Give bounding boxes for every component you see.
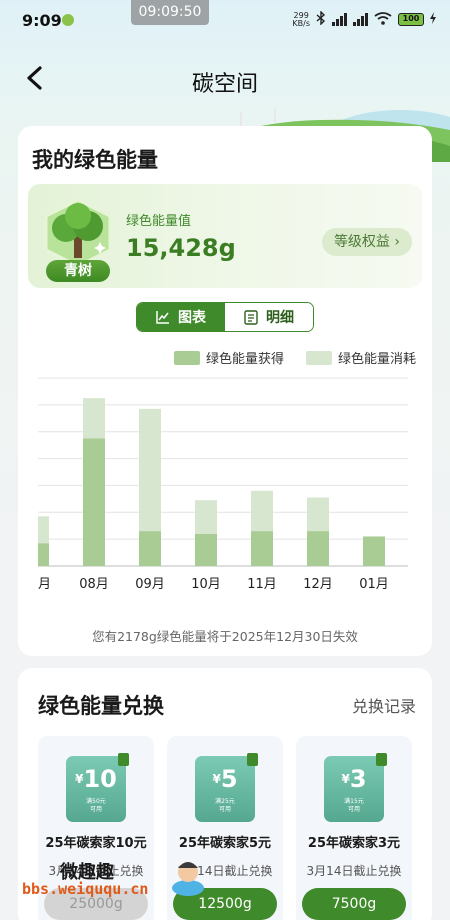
legend-swatch-gain — [173, 350, 200, 365]
signal-2-icon — [353, 13, 368, 26]
voucher-condition-line1: 满50元 — [86, 798, 106, 805]
net-speed-unit: KB/s — [292, 18, 310, 28]
amount-value: 3 — [349, 765, 367, 793]
status-clock-pill: 09:09:50 — [131, 0, 209, 25]
app-notification-icon — [62, 14, 74, 26]
bar-gain — [363, 536, 385, 566]
voucher-amount: ¥5 — [195, 764, 255, 794]
energy-card: 我的绿色能量 青树 绿色能量值 15,428g 等级权益 › 图表 明细 绿色能… — [18, 126, 432, 656]
x-tick-label: 11月 — [247, 577, 277, 592]
bar-gain — [195, 533, 217, 566]
redeem-button[interactable]: 7500g — [302, 888, 406, 920]
bar-spend — [195, 500, 217, 534]
status-time: 9:09 — [22, 11, 62, 30]
legend-item-gain: 绿色能量获得 — [173, 348, 284, 367]
legend-label-spend: 绿色能量消耗 — [337, 352, 416, 367]
list-icon — [244, 309, 258, 325]
currency-symbol: ¥ — [341, 772, 350, 786]
amount-value: 10 — [83, 765, 117, 793]
voucher-condition-line2: 可用 — [347, 806, 360, 813]
bar-spend — [38, 516, 49, 544]
amount-value: 5 — [220, 765, 238, 793]
bar-gain — [83, 438, 105, 566]
watermark-url: bbs.weiququ.cn — [22, 880, 149, 898]
voucher-ticket: ¥10 满50元 可用 — [66, 753, 129, 822]
voucher-name: 25年碳索家10元 — [45, 836, 147, 851]
voucher-card[interactable]: ¥3 满15元 可用 25年碳索家3元 3月14日截止兑换 7500g — [296, 736, 412, 920]
voucher-condition-line1: 满15元 — [344, 798, 364, 805]
voucher-condition: 满25元 可用 — [195, 798, 255, 814]
battery-icon: 100 — [398, 13, 424, 26]
signal-1-icon — [332, 13, 347, 26]
bar-gain — [251, 531, 273, 566]
status-indicators: 299 KB/s 100 — [292, 10, 436, 28]
x-tick-label: 12月 — [303, 577, 333, 592]
bar-spend — [251, 490, 273, 532]
watermark: 微趣趣 bbs.weiququ.cn — [20, 852, 210, 908]
energy-bar-chart: 月 08月 09月 10月 11月 12月 01月 — [38, 377, 408, 592]
x-tick-label: 08月 — [79, 577, 109, 592]
currency-symbol: ¥ — [212, 772, 221, 786]
x-tick-label: 10月 — [191, 577, 221, 592]
level-badge: 青树 — [38, 198, 118, 284]
voucher-condition-line2: 可用 — [89, 806, 102, 813]
x-tick-label: 09月 — [135, 577, 165, 592]
exchange-title: 绿色能量兑换 — [38, 694, 164, 718]
level-benefits-button[interactable]: 等级权益 › — [321, 228, 412, 256]
tree-icon — [44, 198, 112, 268]
bar-spend — [307, 497, 329, 532]
wifi-icon — [374, 11, 392, 28]
net-speed: 299 KB/s — [292, 11, 310, 28]
bar-gain — [38, 543, 49, 566]
legend-label-gain: 绿色能量获得 — [205, 352, 284, 367]
voucher-name: 25年碳索家5元 — [178, 836, 272, 851]
voucher-amount: ¥10 — [66, 764, 126, 794]
bar-gain — [139, 531, 161, 566]
legend-swatch-spend — [305, 350, 332, 365]
level-name: 青树 — [46, 260, 110, 282]
energy-value: 15,428g — [126, 234, 236, 262]
chart-legend: 绿色能量获得 绿色能量消耗 — [173, 348, 416, 367]
tab-detail-label: 明细 — [266, 310, 294, 326]
energy-label: 绿色能量值 — [126, 214, 192, 229]
charging-icon — [430, 12, 436, 27]
exchange-record-link[interactable]: 兑换记录 — [352, 693, 416, 717]
header: 碳空间 — [0, 40, 450, 162]
status-bar: 9:09 09:09:50 299 KB/s 100 — [0, 0, 450, 40]
bluetooth-icon — [316, 10, 326, 28]
x-tick-label: 01月 — [359, 577, 389, 592]
voucher-ticket: ¥3 满15元 可用 — [324, 753, 387, 822]
voucher-condition-line1: 满25元 — [215, 798, 235, 805]
voucher-condition: 满15元 可用 — [324, 798, 384, 814]
expire-note: 您有2178g绿色能量将于2025年12月30日失效 — [92, 629, 358, 644]
page-title: 碳空间 — [191, 72, 258, 97]
view-toggle: 图表 明细 — [136, 302, 314, 332]
tab-detail[interactable]: 明细 — [225, 303, 313, 331]
voucher-ticket: ¥5 满25元 可用 — [195, 753, 258, 822]
voucher-condition: 满50元 可用 — [66, 798, 126, 814]
chart-icon — [156, 311, 169, 324]
bar-spend — [83, 398, 105, 439]
energy-banner: 青树 绿色能量值 15,428g 等级权益 › — [28, 184, 422, 288]
bar-spend — [139, 408, 161, 532]
voucher-condition-line2: 可用 — [218, 806, 231, 813]
x-tick-label: 月 — [38, 577, 51, 592]
voucher-deadline: 3月14日截止兑换 — [306, 864, 402, 878]
energy-card-title: 我的绿色能量 — [32, 148, 158, 172]
mascot-icon — [172, 862, 204, 896]
tab-chart-label: 图表 — [178, 310, 206, 326]
voucher-name: 25年碳索家3元 — [307, 836, 401, 851]
bar-gain — [307, 531, 329, 566]
legend-item-spend: 绿色能量消耗 — [305, 348, 416, 367]
voucher-amount: ¥3 — [324, 764, 384, 794]
tab-chart[interactable]: 图表 — [137, 303, 225, 331]
